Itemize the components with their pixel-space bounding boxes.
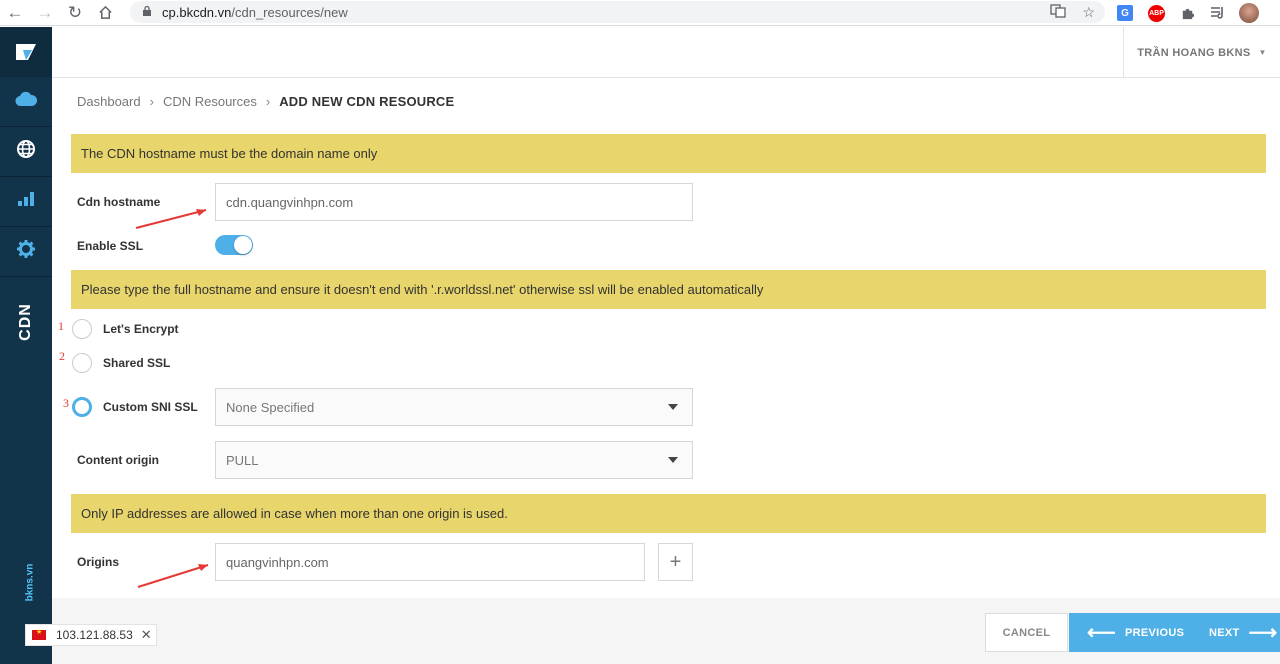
top-header: TRẦN HOANG BKNS ▼	[52, 27, 1280, 78]
origins-input[interactable]: quangvinhpn.com	[215, 543, 645, 581]
annotation-arrow	[137, 564, 209, 588]
cloud-icon	[15, 91, 38, 112]
caret-down-icon: ▼	[1258, 48, 1267, 57]
dropdown-arrow-icon	[668, 404, 678, 410]
address-bar[interactable]: cp.bkcdn.vn/cdn_resources/new ☆	[130, 1, 1105, 23]
annotation-number-3: 3	[63, 396, 69, 410]
add-origin-button[interactable]: +	[658, 543, 693, 581]
adblock-plus-extension-icon[interactable]: ABP	[1148, 0, 1165, 26]
media-control-icon[interactable]	[1210, 0, 1226, 26]
bar-chart-icon	[17, 191, 35, 212]
alert-text: Please type the full hostname and ensure…	[81, 282, 764, 297]
cancel-button[interactable]: CANCEL	[985, 613, 1068, 652]
sidebar: CDN Powered by bkns.vn	[0, 27, 109, 664]
shared-ssl-label: Shared SSL	[103, 356, 171, 370]
radio-shared-ssl[interactable]	[72, 353, 92, 373]
dropdown-arrow-icon	[668, 457, 678, 463]
user-menu[interactable]: TRẦN HOANG BKNS ▼	[1123, 27, 1280, 78]
origin-alert: Only IP addresses are allowed in case wh…	[71, 494, 1266, 533]
google-translate-extension-icon[interactable]: G	[1117, 0, 1135, 26]
sidebar-item-settings[interactable]	[0, 227, 52, 277]
powered-by-text: Powered by bkns.vn	[24, 563, 109, 628]
content-origin-value: PULL	[226, 452, 259, 468]
alert-text: Only IP addresses are allowed in case wh…	[81, 506, 508, 521]
sidebar-section-label: CDN	[16, 303, 34, 341]
custom-sni-ssl-label: Custom SNI SSL	[103, 400, 198, 414]
url-text: cp.bkcdn.vn/cdn_resources/new	[162, 4, 348, 20]
alert-text: The CDN hostname must be the domain name…	[81, 146, 378, 161]
sidebar-item-globe[interactable]	[0, 127, 52, 177]
radio-lets-encrypt[interactable]	[72, 319, 92, 339]
content-origin-select[interactable]: PULL	[215, 441, 693, 479]
vietnam-flag-icon	[32, 628, 46, 640]
back-icon[interactable]: ←	[0, 0, 30, 26]
globe-icon	[16, 139, 36, 164]
annotation-number-1: 1	[58, 319, 64, 333]
breadcrumb: Dashboard › CDN Resources › ADD NEW CDN …	[77, 94, 454, 109]
close-icon[interactable]: ✕	[141, 627, 152, 643]
ip-address-text: 103.121.88.53	[56, 628, 133, 642]
hostname-alert: The CDN hostname must be the domain name…	[71, 134, 1266, 173]
lock-icon	[142, 5, 152, 20]
cdn-hostname-input[interactable]: cdn.quangvinhpn.com	[215, 183, 693, 221]
sidebar-item-cloud[interactable]	[0, 77, 52, 127]
annotation-arrow	[135, 209, 207, 229]
previous-button[interactable]: ⟵ PREVIOUS	[1069, 613, 1191, 652]
profile-avatar[interactable]	[1239, 0, 1259, 26]
gear-icon	[16, 239, 36, 264]
bookmark-star-icon[interactable]: ☆	[1082, 4, 1095, 21]
page-title: ADD NEW CDN RESOURCE	[279, 94, 455, 109]
enable-ssl-toggle[interactable]	[215, 235, 253, 255]
translate-page-icon[interactable]	[1050, 3, 1067, 21]
ssl-alert: Please type the full hostname and ensure…	[71, 270, 1266, 309]
radio-custom-sni-ssl[interactable]	[72, 397, 92, 417]
lets-encrypt-label: Let's Encrypt	[103, 322, 179, 336]
forward-icon[interactable]: →	[30, 0, 60, 26]
browser-toolbar: ← → ↻ cp.bkcdn.vn/cdn_resources/new ☆ G …	[0, 0, 1280, 26]
next-button[interactable]: NEXT ⟶	[1191, 613, 1280, 652]
breadcrumb-cdn-resources[interactable]: CDN Resources	[163, 94, 257, 109]
origins-label: Origins	[77, 555, 120, 569]
breadcrumb-dashboard[interactable]: Dashboard	[77, 94, 141, 109]
reload-icon[interactable]: ↻	[60, 0, 90, 26]
ip-address-chip: 103.121.88.53 ✕	[25, 624, 157, 646]
custom-sni-value: None Specified	[226, 399, 315, 415]
user-name: TRẦN HOANG BKNS	[1137, 46, 1251, 59]
sidebar-item-statistics[interactable]	[0, 177, 52, 227]
app-logo[interactable]	[0, 27, 52, 77]
home-icon[interactable]	[90, 0, 120, 26]
chevron-right-icon: ›	[149, 94, 154, 109]
extensions-puzzle-icon[interactable]	[1180, 0, 1195, 26]
custom-sni-select[interactable]: None Specified	[215, 388, 693, 426]
enable-ssl-label: Enable SSL	[77, 239, 144, 253]
annotation-number-2: 2	[59, 349, 65, 363]
arrow-right-icon: ⟶	[1248, 622, 1278, 644]
content-origin-label: Content origin	[77, 453, 159, 467]
arrow-left-icon: ⟵	[1087, 622, 1116, 644]
next-label: NEXT	[1209, 626, 1240, 639]
plus-icon: +	[669, 550, 682, 573]
previous-label: PREVIOUS	[1124, 626, 1185, 639]
chevron-right-icon: ›	[265, 94, 271, 109]
